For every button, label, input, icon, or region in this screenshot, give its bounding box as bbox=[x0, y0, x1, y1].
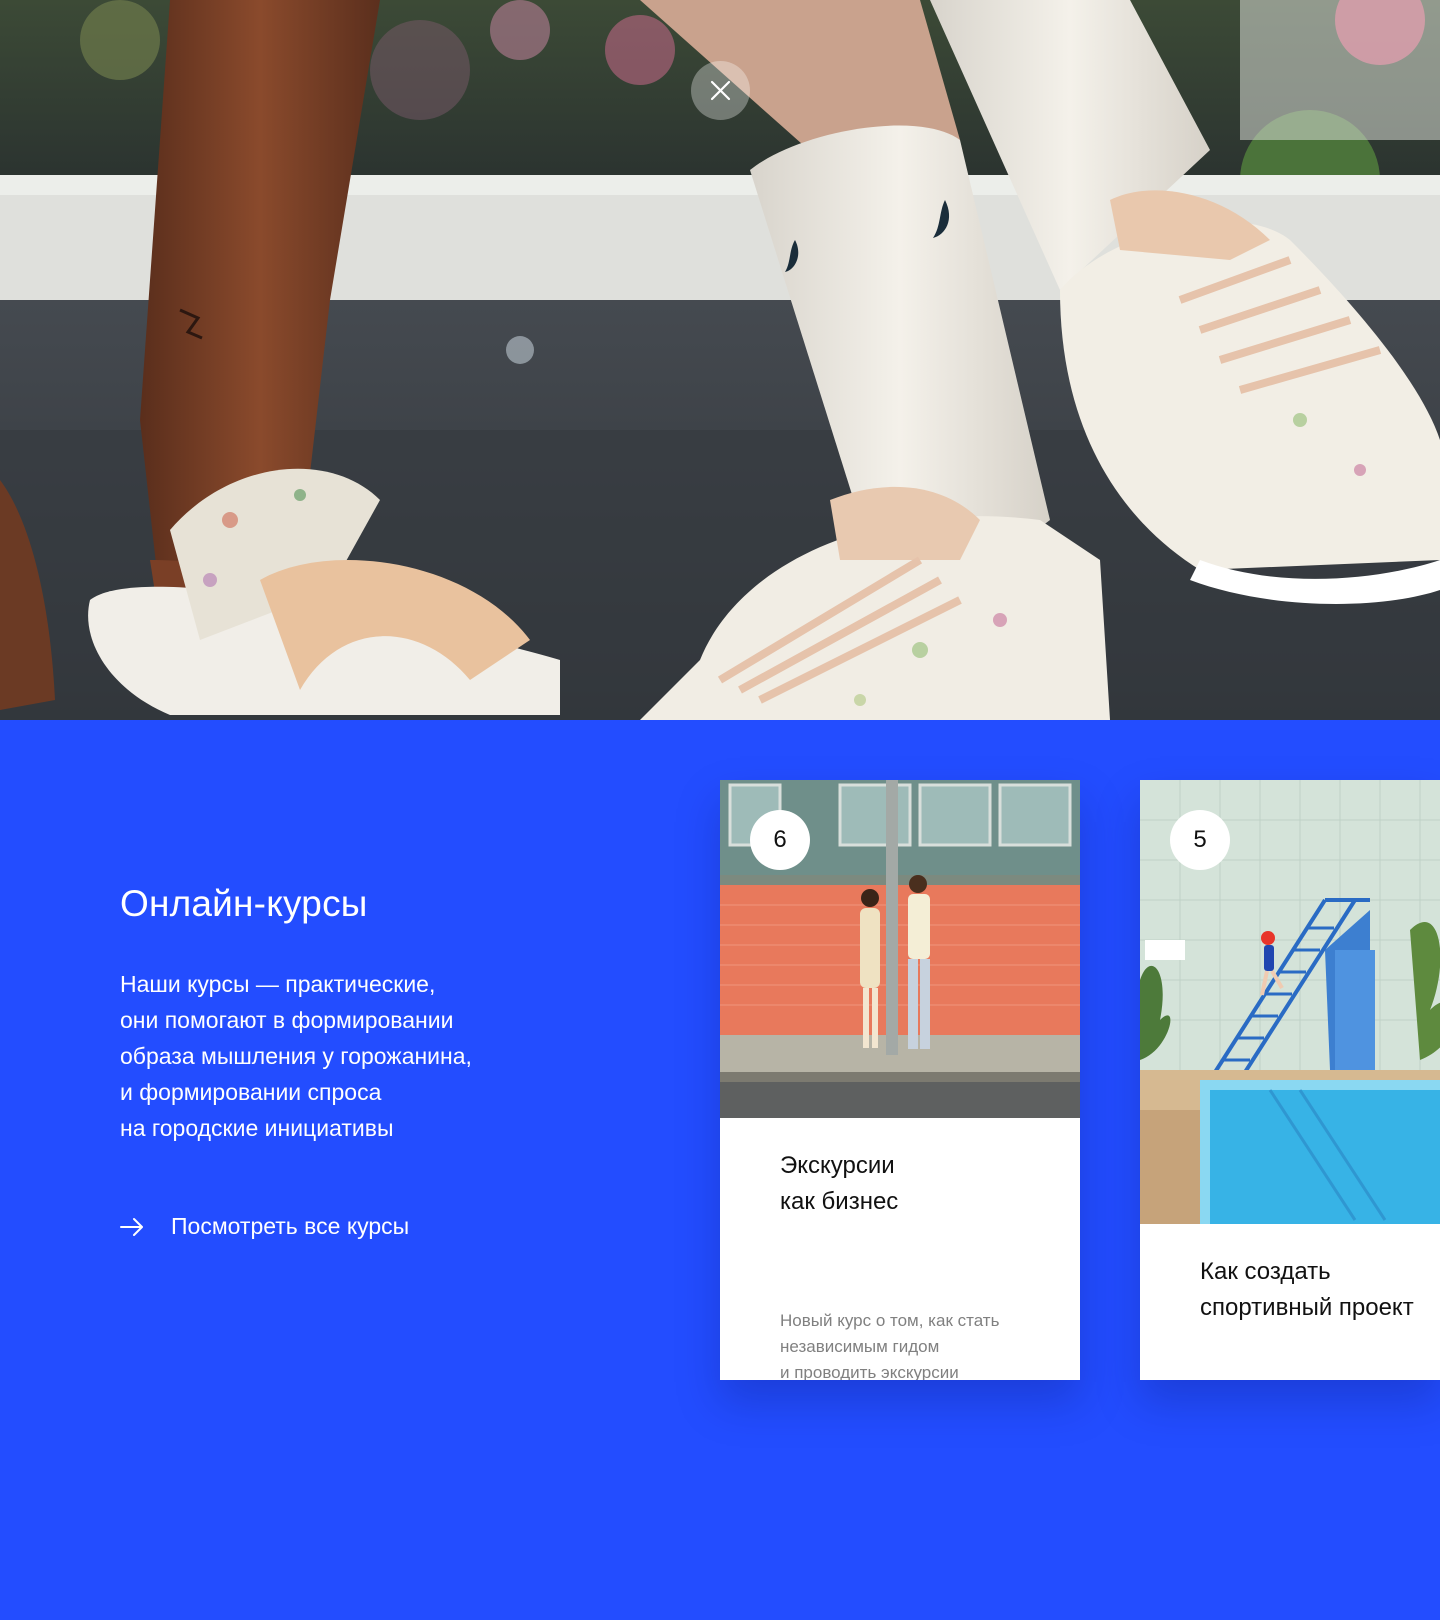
course-number-badge: 5 bbox=[1170, 810, 1230, 870]
section-title: Онлайн-курсы bbox=[120, 883, 368, 924]
description-line: на городские инициативы bbox=[120, 1115, 394, 1141]
all-courses-link[interactable]: Посмотреть все курсы bbox=[120, 1213, 409, 1240]
course-description-line: независимым гидом bbox=[780, 1337, 940, 1356]
description-line: они помогают в формировании bbox=[120, 1007, 454, 1033]
arrow-right-icon bbox=[120, 1217, 143, 1236]
description-line: образа мышления у горожанина, bbox=[120, 1043, 472, 1069]
course-description: Новый курс о том, как стать независимым … bbox=[780, 1308, 999, 1380]
close-button[interactable] bbox=[691, 61, 750, 120]
close-icon bbox=[710, 80, 731, 101]
course-number-badge: 6 bbox=[750, 810, 810, 870]
course-title-line: Экскурсии bbox=[780, 1152, 895, 1179]
description-line: и формировании спроса bbox=[120, 1079, 382, 1105]
course-card[interactable]: 6 Экскурсии как бизнес Новый курс о том,… bbox=[720, 780, 1080, 1380]
hero-image bbox=[0, 0, 1440, 720]
course-title-line: Как создать bbox=[1200, 1258, 1331, 1285]
course-card-image: 5 bbox=[1140, 780, 1440, 1224]
course-title: Экскурсии как бизнес bbox=[780, 1148, 898, 1220]
course-card[interactable]: 5 Как создать спортивный проект bbox=[1140, 780, 1440, 1380]
course-title-line: спортивный проект bbox=[1200, 1294, 1414, 1321]
description-line: Наши курсы — практические, bbox=[120, 971, 436, 997]
course-title-line: как бизнес bbox=[780, 1188, 899, 1215]
course-card-image: 6 bbox=[720, 780, 1080, 1118]
section-description: Наши курсы — практические, они помогают … bbox=[120, 966, 560, 1146]
course-title: Как создать спортивный проект bbox=[1200, 1254, 1414, 1326]
course-description-line: Новый курс о том, как стать bbox=[780, 1311, 1000, 1330]
online-courses-section: Онлайн-курсы Наши курсы — практические, … bbox=[0, 720, 1440, 1620]
all-courses-label: Посмотреть все курсы bbox=[171, 1213, 410, 1239]
course-description-line: и проводить экскурсии bbox=[780, 1363, 959, 1380]
